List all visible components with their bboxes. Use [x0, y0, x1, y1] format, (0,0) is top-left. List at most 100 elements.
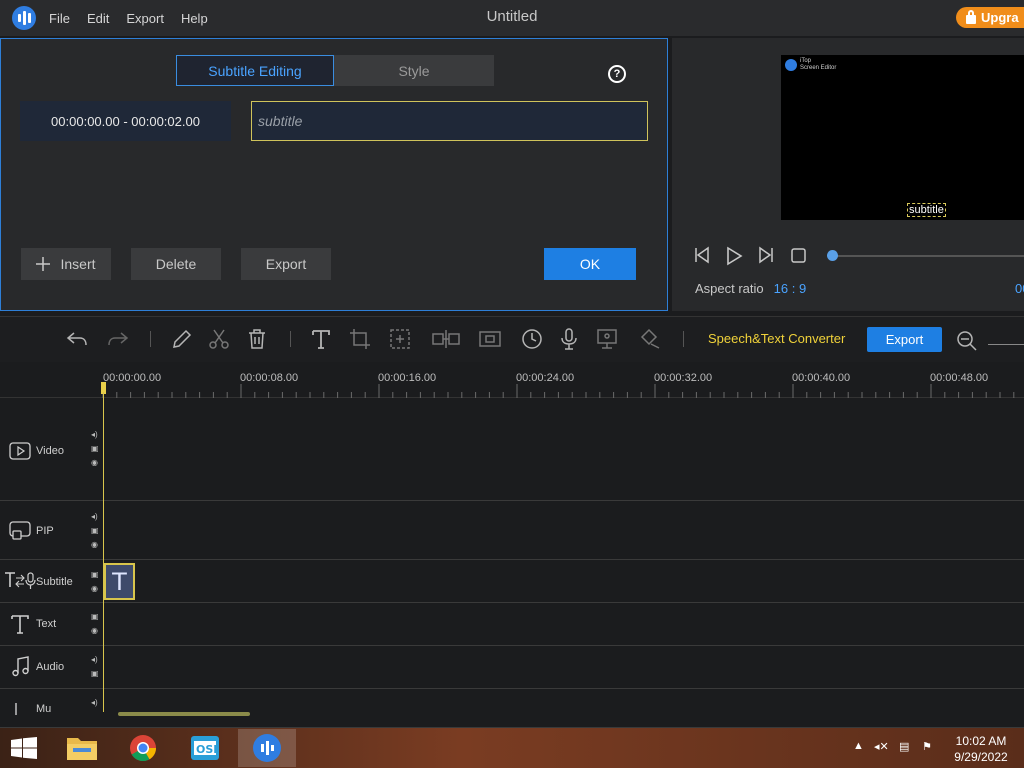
track-label-subtitle: Subtitle	[36, 576, 73, 588]
split-screen-icon[interactable]	[431, 327, 461, 351]
notification-flag-icon[interactable]: ⚑	[922, 740, 932, 753]
speech-text-converter-button[interactable]: Speech&Text Converter	[708, 331, 845, 346]
track-subtitle[interactable]: Subtitle ▣ ◉	[0, 560, 1024, 603]
subtitle-clip[interactable]: T	[104, 563, 135, 600]
eye-icon[interactable]: ◉	[91, 458, 100, 467]
outlook-icon[interactable]: OSI	[176, 729, 234, 767]
lock-icon[interactable]: ▣	[91, 526, 100, 535]
undo-icon[interactable]	[65, 327, 89, 351]
crop-icon[interactable]	[348, 327, 372, 351]
ruler-tick-label: 00:00:48.00	[930, 372, 989, 384]
lock-icon[interactable]: ▣	[91, 570, 100, 579]
upgrade-button[interactable]: Upgra	[956, 7, 1024, 28]
track-music[interactable]: Mu ◂)	[0, 689, 1024, 728]
clock-date: 9/29/2022	[954, 750, 1008, 764]
text-track-icon	[11, 615, 29, 634]
lock-icon	[966, 9, 976, 24]
preview-panel: iTop Screen Editor subtitle Aspect ratio 1…	[672, 38, 1024, 311]
trash-icon[interactable]	[245, 327, 269, 351]
network-icon[interactable]: ▤	[899, 740, 909, 753]
zoom-out-icon[interactable]	[955, 327, 979, 351]
resize-icon[interactable]	[388, 327, 412, 351]
chrome-icon[interactable]	[114, 729, 172, 767]
color-fill-icon[interactable]	[637, 327, 661, 351]
track-audio[interactable]: Audio ◂) ▣	[0, 646, 1024, 689]
video-editor-taskbar-icon[interactable]	[238, 729, 296, 767]
track-video[interactable]: Video ◂) ▣ ◉	[0, 399, 1024, 501]
eye-icon[interactable]: ◉	[91, 626, 100, 635]
volume-icon[interactable]: ◂)	[91, 512, 100, 521]
volume-icon[interactable]: ◂)	[91, 655, 100, 664]
help-icon[interactable]: ?	[608, 65, 626, 83]
lock-icon[interactable]: ▣	[91, 669, 100, 678]
track-text[interactable]: Text ▣ ◉	[0, 603, 1024, 646]
redo-icon[interactable]	[106, 327, 130, 351]
export-button[interactable]: Export	[867, 327, 942, 352]
menu-bar: File Edit Export Help	[49, 0, 208, 36]
toolbar-divider	[290, 331, 291, 347]
export-subtitle-button[interactable]: Export	[241, 248, 331, 280]
windows-taskbar: OSI ▲ ◂✕ ▤ ⚑ 10:02 AM 9/29/2022	[0, 728, 1024, 768]
stop-icon[interactable]	[791, 248, 806, 263]
lock-icon[interactable]: ▣	[91, 444, 100, 453]
next-frame-icon[interactable]	[757, 246, 775, 264]
screen-record-icon[interactable]	[595, 327, 619, 351]
track-label-video: Video	[36, 445, 64, 457]
watermark-line-1: iTop	[800, 58, 812, 64]
show-hidden-icons-icon[interactable]: ▲	[853, 740, 864, 752]
file-explorer-icon[interactable]	[53, 729, 111, 767]
windows-start-icon[interactable]	[11, 737, 37, 759]
subtitle-text-input[interactable]: subtitle	[251, 101, 648, 141]
speaker-muted-icon[interactable]: ◂✕	[874, 740, 889, 753]
ruler-tick-label: 00:00:24.00	[516, 372, 575, 384]
preview-subtitle-overlay[interactable]: subtitle	[907, 203, 946, 217]
menu-edit[interactable]: Edit	[87, 11, 109, 26]
eye-icon[interactable]: ◉	[91, 540, 100, 549]
scissors-icon[interactable]	[207, 327, 231, 351]
tab-subtitle-editing[interactable]: Subtitle Editing	[176, 55, 334, 86]
timeline-scrollbar[interactable]	[118, 712, 250, 716]
watermark-logo-icon	[785, 59, 797, 71]
aspect-ratio-label: Aspect ratio	[695, 281, 764, 296]
track-label-pip: PIP	[36, 525, 54, 537]
music-track-icon	[15, 703, 17, 715]
subtitle-time-range[interactable]: 00:00:00.00 - 00:00:02.00	[20, 101, 231, 141]
speed-clock-icon[interactable]	[520, 327, 544, 351]
menu-help[interactable]: Help	[181, 11, 208, 26]
volume-icon[interactable]: ◂)	[91, 430, 100, 439]
lock-icon[interactable]: ▣	[91, 612, 100, 621]
toolbar-divider	[683, 331, 684, 347]
ok-button[interactable]: OK	[544, 248, 636, 280]
timeline-ruler[interactable]: 00:00:00.00 00:00:08.00 00:00:16.00 00:0…	[0, 362, 1024, 398]
ruler-tick-label: 00:00:32.00	[654, 372, 713, 384]
aspect-ratio-value[interactable]: 16 : 9	[774, 281, 807, 296]
insert-button[interactable]: Insert	[21, 248, 111, 280]
volume-icon[interactable]: ◂)	[91, 698, 100, 707]
zoom-slider[interactable]	[988, 344, 1024, 345]
delete-button[interactable]: Delete	[131, 248, 221, 280]
tab-style[interactable]: Style	[334, 55, 494, 86]
subtitle-tabs: Subtitle Editing Style	[176, 55, 494, 86]
ruler-tick-label: 00:00:08.00	[240, 372, 299, 384]
track-pip[interactable]: PIP ◂) ▣ ◉	[0, 501, 1024, 560]
upgrade-label: Upgra	[981, 10, 1019, 25]
eye-icon[interactable]: ◉	[91, 584, 100, 593]
edit-pencil-icon[interactable]	[170, 327, 194, 351]
svg-text:OSI: OSI	[196, 743, 217, 756]
ruler-tick-label: 00:00:00.00	[103, 372, 162, 384]
text-tool-icon[interactable]	[309, 327, 333, 351]
playhead-line[interactable]	[103, 392, 104, 712]
playback-scrubber[interactable]	[830, 255, 1024, 257]
microphone-icon[interactable]	[557, 327, 581, 351]
ruler-tick-label: 00:00:40.00	[792, 372, 851, 384]
menu-export[interactable]: Export	[126, 11, 164, 26]
track-label-text: Text	[36, 618, 57, 630]
play-icon[interactable]	[724, 246, 744, 266]
scrubber-knob[interactable]	[827, 250, 838, 261]
plus-icon	[36, 257, 51, 271]
system-clock[interactable]: 10:02 AM 9/29/2022	[946, 733, 1016, 765]
pip-track-icon	[9, 521, 31, 540]
menu-file[interactable]: File	[49, 11, 70, 26]
prev-frame-icon[interactable]	[693, 246, 711, 264]
mosaic-icon[interactable]	[478, 327, 502, 351]
